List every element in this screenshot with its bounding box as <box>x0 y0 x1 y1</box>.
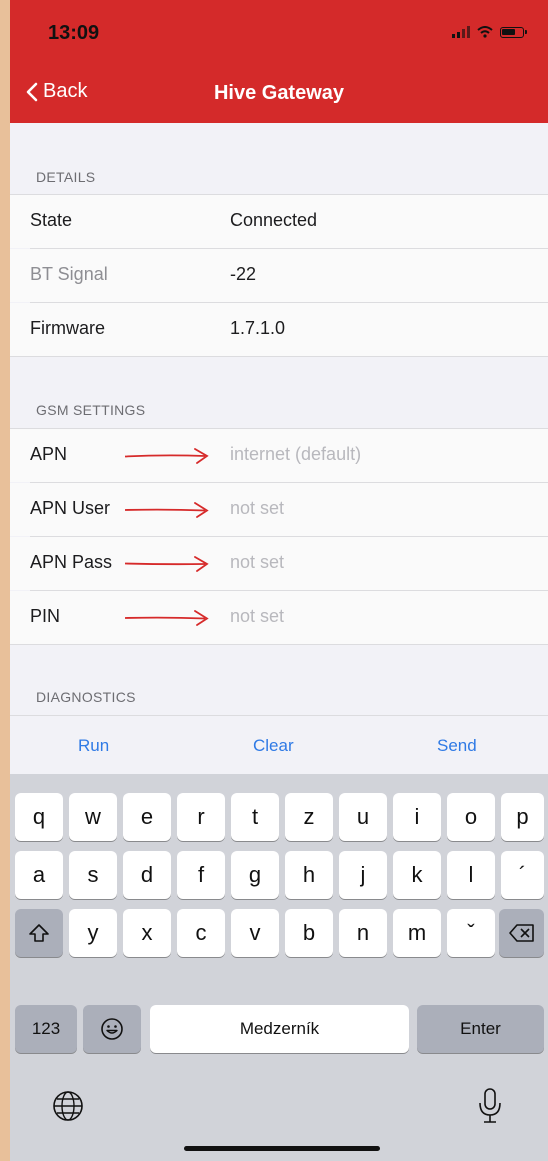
send-button[interactable]: Send <box>437 736 477 756</box>
space-key[interactable]: Medzerník <box>150 1005 409 1053</box>
annotation-arrow <box>125 610 209 626</box>
section-header-diagnostics: DIAGNOSTICS <box>36 689 136 705</box>
delete-key[interactable] <box>499 909 544 957</box>
delete-icon <box>508 924 534 942</box>
annotation-arrow <box>125 448 209 464</box>
app-screen: 13:09 Back Hive Gateway DETAILS State Co <box>10 0 548 1161</box>
key-acute[interactable]: ´ <box>501 851 544 899</box>
pin-input[interactable]: not set <box>230 606 284 627</box>
cellular-signal-icon <box>452 26 470 38</box>
key-t[interactable]: t <box>231 793 279 841</box>
row-value: 1.7.1.0 <box>230 318 286 338</box>
divider <box>10 356 548 357</box>
row-label: State <box>30 210 73 230</box>
shift-icon <box>29 924 49 942</box>
row-label: Firmware <box>30 318 105 338</box>
dictation-button[interactable] <box>476 1086 504 1126</box>
battery-icon <box>500 26 527 38</box>
row-label: APN Pass <box>30 552 113 572</box>
home-indicator <box>184 1146 380 1151</box>
details-row-state: State Connected <box>10 195 548 248</box>
clear-button[interactable]: Clear <box>253 736 294 756</box>
row-label: APN <box>30 444 68 464</box>
key-d[interactable]: d <box>123 851 171 899</box>
apn-input[interactable]: internet (default) <box>230 444 361 465</box>
emoji-key[interactable] <box>83 1005 141 1053</box>
row-value: -22 <box>230 264 257 284</box>
divider <box>10 644 548 645</box>
key-l[interactable]: l <box>447 851 495 899</box>
section-header-gsm-settings: GSM SETTINGS <box>36 402 146 418</box>
run-button[interactable]: Run <box>78 736 109 756</box>
section-header-details: DETAILS <box>36 169 96 185</box>
key-z[interactable]: z <box>285 793 333 841</box>
navigation-header: 13:09 Back Hive Gateway <box>10 0 548 123</box>
key-v[interactable]: v <box>231 909 279 957</box>
row-label: APN User <box>30 498 111 518</box>
key-q[interactable]: q <box>15 793 63 841</box>
numbers-key[interactable]: 123 <box>15 1005 77 1053</box>
wifi-icon <box>477 26 493 38</box>
key-y[interactable]: y <box>69 909 117 957</box>
key-j[interactable]: j <box>339 851 387 899</box>
key-c[interactable]: c <box>177 909 225 957</box>
gsm-row-apn-user[interactable]: APN User not set <box>10 483 548 536</box>
diagnostics-actions: Run Clear Send <box>10 720 548 774</box>
key-p[interactable]: p <box>501 793 544 841</box>
row-label: BT Signal <box>30 264 108 284</box>
annotation-arrow <box>125 556 209 572</box>
key-caron[interactable]: ˇ <box>447 909 495 957</box>
key-o[interactable]: o <box>447 793 495 841</box>
gsm-row-pin[interactable]: PIN not set <box>10 591 548 644</box>
gsm-row-apn[interactable]: APN internet (default) <box>10 429 548 482</box>
key-f[interactable]: f <box>177 851 225 899</box>
details-row-bt-signal: BT Signal -22 <box>10 249 548 302</box>
key-u[interactable]: u <box>339 793 387 841</box>
row-value: Connected <box>230 210 318 230</box>
details-row-firmware: Firmware 1.7.1.0 <box>10 303 548 356</box>
annotation-arrow <box>125 502 209 518</box>
shift-key[interactable] <box>15 909 63 957</box>
key-w[interactable]: w <box>69 793 117 841</box>
key-m[interactable]: m <box>393 909 441 957</box>
microphone-icon <box>479 1088 501 1123</box>
key-i[interactable]: i <box>393 793 441 841</box>
key-s[interactable]: s <box>69 851 117 899</box>
globe-icon <box>53 1091 83 1121</box>
key-x[interactable]: x <box>123 909 171 957</box>
row-label: PIN <box>30 606 61 626</box>
emoji-icon <box>101 1018 123 1040</box>
key-a[interactable]: a <box>15 851 63 899</box>
apn-user-input[interactable]: not set <box>230 498 284 519</box>
key-b[interactable]: b <box>285 909 333 957</box>
key-h[interactable]: h <box>285 851 333 899</box>
key-g[interactable]: g <box>231 851 279 899</box>
key-e[interactable]: e <box>123 793 171 841</box>
status-time: 13:09 <box>48 22 100 44</box>
globe-button[interactable] <box>50 1088 86 1124</box>
key-r[interactable]: r <box>177 793 225 841</box>
status-icons <box>452 26 527 38</box>
enter-key[interactable]: Enter <box>417 1005 544 1053</box>
key-n[interactable]: n <box>339 909 387 957</box>
keyboard: q w e r t z u i o p a s d f g h j k l ´ … <box>10 774 548 1161</box>
settings-list: DETAILS State Connected BT Signal -22 Fi… <box>10 123 548 775</box>
key-k[interactable]: k <box>393 851 441 899</box>
apn-pass-input[interactable]: not set <box>230 552 284 573</box>
page-title: Hive Gateway <box>213 82 345 104</box>
divider <box>10 715 548 716</box>
gsm-row-apn-pass[interactable]: APN Pass not set <box>10 537 548 590</box>
